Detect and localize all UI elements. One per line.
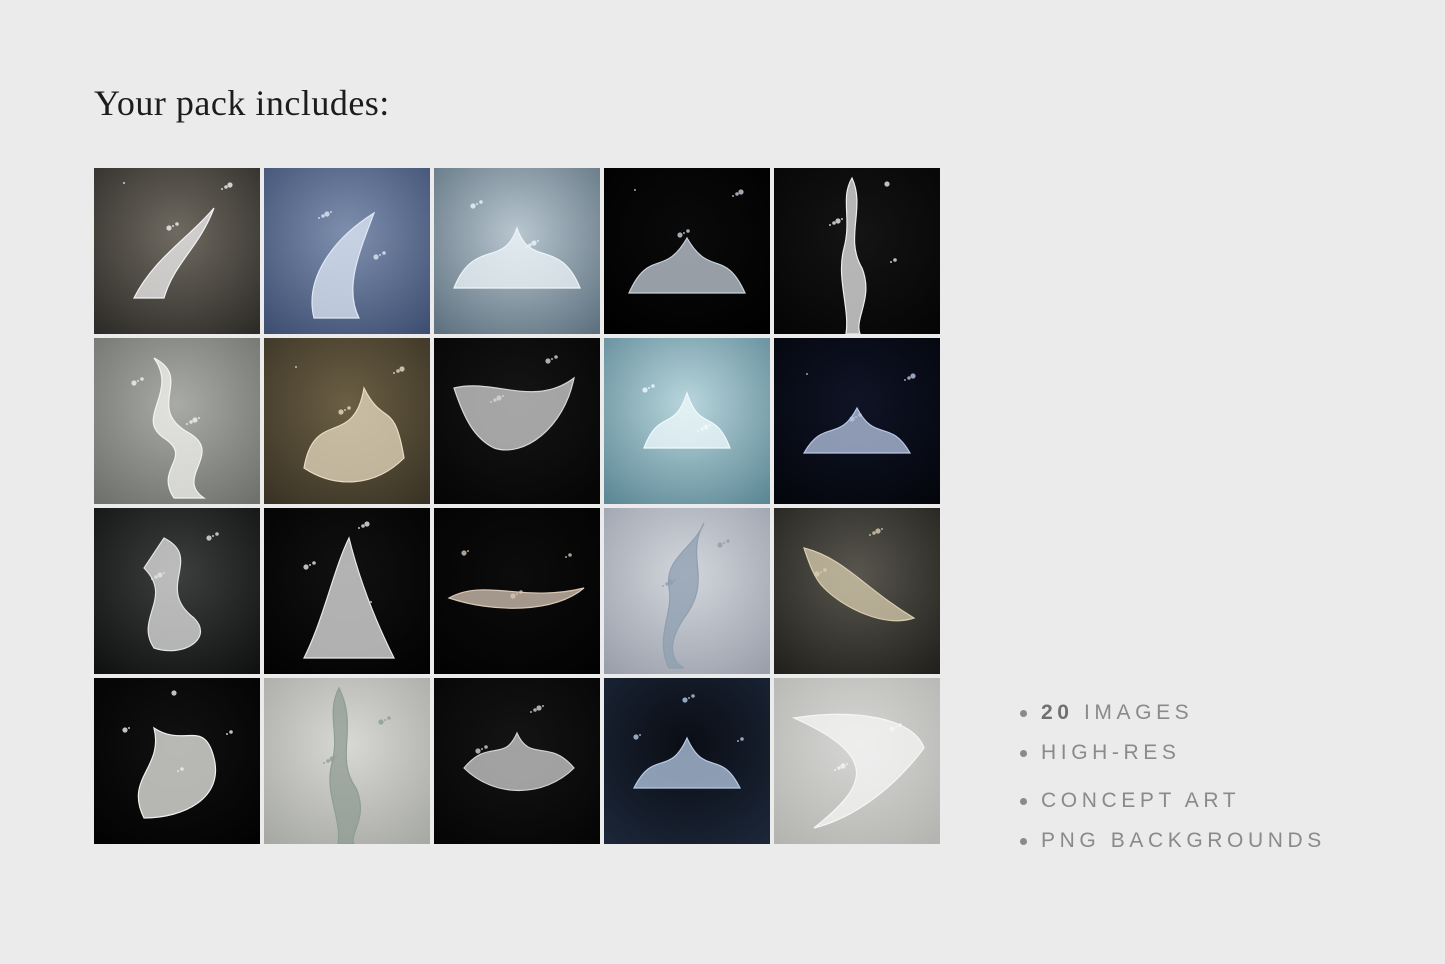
water-splash-icon [604, 168, 770, 334]
gallery-image-9 [604, 338, 770, 504]
water-splash-icon [264, 678, 430, 844]
gallery-image-19 [604, 678, 770, 844]
gallery-image-15 [774, 508, 940, 674]
feature-item-concept-art: CONCEPT ART [1020, 788, 1326, 814]
water-splash-icon [434, 678, 600, 844]
feature-item-png-backgrounds: PNG BACKGROUNDS [1020, 828, 1326, 854]
water-splash-icon [604, 508, 770, 674]
water-splash-icon [264, 168, 430, 334]
page-title: Your pack includes: [94, 83, 390, 123]
gallery-image-4 [604, 168, 770, 334]
image-count-label: IMAGES [1084, 701, 1194, 724]
gallery-image-10 [774, 338, 940, 504]
gallery-image-7 [264, 338, 430, 504]
water-splash-icon [434, 338, 600, 504]
gallery-image-18 [434, 678, 600, 844]
gallery-image-14 [604, 508, 770, 674]
image-gallery-grid [94, 168, 943, 847]
water-splash-icon [604, 338, 770, 504]
gallery-image-5 [774, 168, 940, 334]
water-splash-icon [774, 678, 940, 844]
gallery-image-8 [434, 338, 600, 504]
gallery-image-2 [264, 168, 430, 334]
water-splash-icon [604, 678, 770, 844]
water-splash-icon [774, 508, 940, 674]
feature-list: 20 IMAGES HIGH-RES CONCEPT ART PNG BACKG… [1020, 700, 1326, 854]
gallery-image-13 [434, 508, 600, 674]
water-splash-icon [94, 678, 260, 844]
water-splash-icon [264, 508, 430, 674]
gallery-image-1 [94, 168, 260, 334]
gallery-image-11 [94, 508, 260, 674]
gallery-image-20 [774, 678, 940, 844]
water-splash-icon [94, 508, 260, 674]
water-splash-icon [774, 168, 940, 334]
water-splash-icon [94, 338, 260, 504]
water-splash-icon [434, 508, 600, 674]
feature-item-high-res: HIGH-RES [1020, 740, 1326, 766]
gallery-image-16 [94, 678, 260, 844]
gallery-image-6 [94, 338, 260, 504]
image-count: 20 [1041, 701, 1074, 724]
gallery-image-12 [264, 508, 430, 674]
water-splash-icon [94, 168, 260, 334]
water-splash-icon [434, 168, 600, 334]
water-splash-icon [774, 338, 940, 504]
feature-item-images: 20 IMAGES [1020, 700, 1326, 726]
gallery-image-3 [434, 168, 600, 334]
water-splash-icon [264, 338, 430, 504]
gallery-image-17 [264, 678, 430, 844]
